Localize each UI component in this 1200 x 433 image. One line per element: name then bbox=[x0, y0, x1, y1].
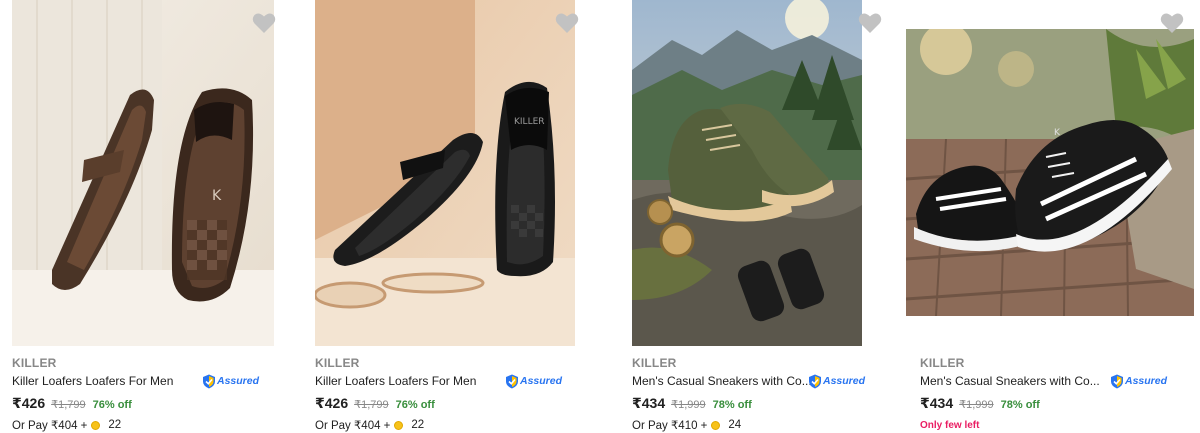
product-title-row[interactable]: Killer Loafers Loafers For Men bbox=[12, 373, 173, 389]
product-title[interactable]: Men's Casual Sneakers with Co... bbox=[632, 374, 812, 388]
product-card[interactable]: KILLER Men's Casual Sneakers with Co... … bbox=[632, 0, 922, 433]
product-brand: KILLER bbox=[12, 356, 57, 370]
coin-count: 22 bbox=[411, 419, 425, 431]
brown-loafers-image: K bbox=[12, 0, 274, 346]
assured-label: Assured bbox=[217, 375, 260, 387]
product-card[interactable]: KILLER KILLER Killer Loafers Loafers For… bbox=[315, 0, 605, 433]
product-card[interactable]: K KILLER Killer Loafers Loafers For Men … bbox=[12, 0, 302, 433]
assured-shield-icon bbox=[1111, 374, 1123, 388]
product-image[interactable]: K bbox=[12, 0, 274, 346]
assured-shield-icon bbox=[203, 374, 215, 388]
selling-price: ₹426 bbox=[315, 395, 349, 411]
assured-shield-icon bbox=[506, 374, 518, 388]
mrp-price: ₹1,999 bbox=[671, 399, 706, 411]
assured-label: Assured bbox=[1125, 375, 1168, 387]
product-title[interactable]: Killer Loafers Loafers For Men bbox=[315, 374, 476, 388]
discount-percent: 76% off bbox=[92, 399, 132, 411]
product-brand: KILLER bbox=[315, 356, 360, 370]
price-row: ₹434 ₹1,999 78% off bbox=[920, 395, 1040, 412]
product-image[interactable]: K bbox=[906, 29, 1194, 316]
supercoin-offer: Or Pay ₹410 + 24 bbox=[632, 418, 741, 432]
coin-count: 24 bbox=[728, 419, 742, 431]
pay-with-coins-text: Or Pay ₹410 + bbox=[632, 420, 708, 432]
mrp-price: ₹1,999 bbox=[959, 399, 994, 411]
supercoin-offer: Or Pay ₹404 + 22 bbox=[12, 418, 121, 432]
discount-percent: 78% off bbox=[712, 399, 752, 411]
product-image[interactable] bbox=[632, 0, 862, 346]
product-card[interactable]: K KILLER Men's Casual Sneakers with Co..… bbox=[906, 0, 1196, 433]
wishlist-heart-icon[interactable] bbox=[555, 12, 579, 34]
assured-badge: Assured bbox=[202, 373, 259, 389]
price-row: ₹434 ₹1,999 78% off bbox=[632, 395, 752, 412]
supercoin-icon bbox=[394, 420, 404, 430]
product-grid: K KILLER Killer Loafers Loafers For Men … bbox=[0, 0, 1200, 433]
product-title-row[interactable]: Killer Loafers Loafers For Men bbox=[315, 373, 476, 389]
wishlist-heart-icon[interactable] bbox=[1160, 12, 1184, 34]
black-loafers-image: KILLER bbox=[315, 0, 575, 346]
mrp-price: ₹1,799 bbox=[354, 399, 389, 411]
supercoin-offer: Or Pay ₹404 + 22 bbox=[315, 418, 424, 432]
pay-with-coins-text: Or Pay ₹404 + bbox=[12, 420, 88, 432]
product-title[interactable]: Killer Loafers Loafers For Men bbox=[12, 374, 173, 388]
stock-warning: Only few left bbox=[920, 420, 980, 431]
product-title-row[interactable]: Men's Casual Sneakers with Co... bbox=[632, 373, 812, 389]
assured-label: Assured bbox=[520, 375, 563, 387]
assured-badge: Assured bbox=[505, 373, 562, 389]
assured-label: Assured bbox=[823, 375, 866, 387]
wishlist-heart-icon[interactable] bbox=[252, 12, 276, 34]
product-brand: KILLER bbox=[920, 356, 965, 370]
price-row: ₹426 ₹1,799 76% off bbox=[315, 395, 435, 412]
svg-text:KILLER: KILLER bbox=[514, 117, 545, 127]
assured-badge: Assured bbox=[808, 373, 865, 389]
coin-count: 22 bbox=[108, 419, 122, 431]
mrp-price: ₹1,799 bbox=[51, 399, 86, 411]
price-row: ₹426 ₹1,799 76% off bbox=[12, 395, 132, 412]
assured-shield-icon bbox=[809, 374, 821, 388]
wishlist-heart-icon[interactable] bbox=[858, 12, 882, 34]
discount-percent: 76% off bbox=[395, 399, 435, 411]
product-title-row[interactable]: Men's Casual Sneakers with Co... bbox=[920, 373, 1100, 389]
product-brand: KILLER bbox=[632, 356, 677, 370]
selling-price: ₹434 bbox=[632, 395, 666, 411]
svg-text:K: K bbox=[212, 188, 222, 204]
supercoin-icon bbox=[711, 420, 721, 430]
product-image[interactable]: KILLER bbox=[315, 0, 575, 346]
supercoin-icon bbox=[91, 420, 101, 430]
black-sneakers-image: K bbox=[906, 29, 1194, 316]
selling-price: ₹426 bbox=[12, 395, 46, 411]
selling-price: ₹434 bbox=[920, 395, 954, 411]
product-title[interactable]: Men's Casual Sneakers with Co... bbox=[920, 374, 1100, 388]
olive-sneakers-image bbox=[632, 0, 862, 346]
assured-badge: Assured bbox=[1110, 373, 1167, 389]
discount-percent: 78% off bbox=[1000, 399, 1040, 411]
pay-with-coins-text: Or Pay ₹404 + bbox=[315, 420, 391, 432]
